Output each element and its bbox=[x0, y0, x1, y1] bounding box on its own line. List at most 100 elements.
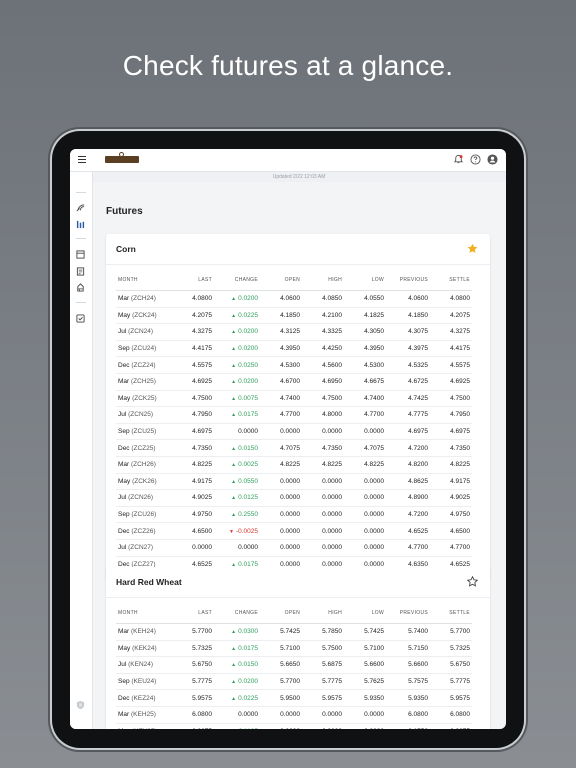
cell-previous: 4.8200 bbox=[386, 456, 430, 474]
table-row[interactable]: Jul (ZCN25) 4.7950 ▲ 0.0175 4.7700 4.8000 4.77… bbox=[116, 406, 472, 424]
sidebar-bottom-shield-icon[interactable] bbox=[76, 700, 85, 710]
column-header-settle[interactable]: SETTLE bbox=[430, 603, 472, 624]
favorite-star-outline-icon[interactable] bbox=[467, 576, 478, 587]
column-header-high[interactable]: HIGH bbox=[302, 270, 344, 291]
cell-last: 4.9025 bbox=[180, 489, 214, 507]
sidebar-divider bbox=[76, 238, 86, 239]
month-label: Dec bbox=[118, 444, 130, 452]
up-arrow-icon: ▲ bbox=[231, 379, 237, 386]
table-row[interactable]: Sep (ZCU25) 4.6975 0.0000 0.0000 0.0000 0.000… bbox=[116, 423, 472, 441]
sidebar-item-futures-icon[interactable] bbox=[76, 220, 85, 229]
cell-last: 5.7775 bbox=[180, 673, 214, 691]
sidebar-item-tasks-icon[interactable] bbox=[76, 314, 85, 323]
table-row[interactable]: Sep (ZCU26) 4.9750 ▲ 0.2550 0.0000 0.0000 0.00… bbox=[116, 506, 472, 524]
column-header-previous[interactable]: PREVIOUS bbox=[386, 603, 430, 624]
column-header-month[interactable]: MONTH bbox=[116, 603, 180, 624]
cell-settle: 4.2075 bbox=[430, 307, 472, 325]
column-header-open[interactable]: OPEN bbox=[260, 603, 302, 624]
up-arrow-icon: ▲ bbox=[231, 495, 237, 502]
table-row[interactable]: May (KEK24) 5.7325 ▲ 0.0175 5.7100 5.7500 5.71… bbox=[116, 640, 472, 658]
column-header-low[interactable]: LOW bbox=[344, 270, 386, 291]
cell-previous: 4.8625 bbox=[386, 473, 430, 491]
table-row[interactable]: May (ZCK26) 4.9175 ▲ 0.0550 0.0000 0.0000 0.00… bbox=[116, 473, 472, 491]
cell-open: 5.9500 bbox=[260, 689, 302, 707]
table-row[interactable]: Dec (ZCZ24) 4.5575 ▲ 0.0250 4.5300 4.5600 4.53… bbox=[116, 356, 472, 374]
table-row[interactable]: May (ZCK25) 4.7500 ▲ 0.0075 4.7400 4.7500 4.74… bbox=[116, 390, 472, 408]
sidebar-item-storage-icon[interactable] bbox=[76, 283, 85, 292]
table-row[interactable]: Mar (ZCH24) 4.0800 ▲ 0.0200 4.0600 4.0850 4.05… bbox=[116, 290, 472, 308]
cell-month: Jul (ZCN27) bbox=[116, 539, 180, 557]
month-label: Jul bbox=[118, 411, 127, 419]
table-row[interactable]: Jul (ZCN27) 0.0000 0.0000 0.0000 0.0000 0.000… bbox=[116, 539, 472, 557]
table-row[interactable]: May (KEK25)6.2675▲0.11250.00000.00000.00… bbox=[116, 723, 472, 729]
cell-low: 0.0000 bbox=[344, 522, 386, 540]
cell-high: 5.7500 bbox=[302, 640, 344, 658]
sidebar-item-news-icon[interactable] bbox=[76, 250, 85, 259]
cell-change: ▲ 0.0175 bbox=[214, 406, 260, 424]
cell-last: 6.0800 bbox=[180, 706, 214, 724]
column-header-month[interactable]: MONTH bbox=[116, 270, 180, 291]
cell-settle: 4.0800 bbox=[430, 290, 472, 308]
cell-settle: 6.0800 bbox=[430, 706, 472, 724]
cell-month: Mar (ZCH24) bbox=[116, 290, 180, 308]
up-arrow-icon: ▲ bbox=[231, 645, 237, 652]
cell-high: 5.9575 bbox=[302, 689, 344, 707]
cell-change: ▲ 0.0250 bbox=[214, 356, 260, 374]
cell-change: ▲ 0.0025 bbox=[214, 456, 260, 474]
cell-open: 0.0000 bbox=[260, 723, 302, 729]
change-value: 0.0200 bbox=[238, 378, 258, 386]
table-row[interactable]: Mar (ZCH25) 4.6925 ▲ 0.0200 4.6700 4.6950 4.66… bbox=[116, 373, 472, 391]
month-label: Mar bbox=[118, 378, 130, 386]
column-header-last[interactable]: LAST bbox=[180, 603, 214, 624]
column-header-change[interactable]: CHANGE bbox=[214, 270, 260, 291]
cell-month: May (KEK24) bbox=[116, 640, 180, 658]
table-row[interactable]: Dec (KEZ24) 5.9575 ▲ 0.0225 5.9500 5.9575 5.93… bbox=[116, 689, 472, 707]
month-label: May bbox=[118, 644, 131, 652]
table-header-row: MONTH LAST CHANGE OPEN HIGH LOW PREVIOUS SETTLE bbox=[116, 270, 472, 291]
table-row[interactable]: Mar (KEH24) 5.7700 ▲ 0.0300 5.7425 5.7850 5.74… bbox=[116, 623, 472, 641]
cell-change: ▲ 0.0200 bbox=[214, 340, 260, 358]
cell-change: ▲ 0.0225 bbox=[214, 307, 260, 325]
cell-change: ▲ 0.0200 bbox=[214, 323, 260, 341]
hamburger-menu-icon[interactable] bbox=[78, 156, 86, 163]
table-row[interactable]: Sep (ZCU24) 4.4175 ▲ 0.0200 4.3950 4.4250 4.39… bbox=[116, 340, 472, 358]
cell-change: ▲ 0.0200 bbox=[214, 373, 260, 391]
contract-code: (ZCN25) bbox=[128, 411, 154, 419]
sidebar-divider bbox=[76, 192, 86, 193]
column-header-high[interactable]: HIGH bbox=[302, 603, 344, 624]
table-row[interactable]: Dec (ZCZ26) 4.6500 ▼ -0.0025 0.0000 0.0000 0.0… bbox=[116, 522, 472, 540]
table-row[interactable]: Sep (KEU24) 5.7775 ▲ 0.0200 5.7700 5.7775 5.76… bbox=[116, 673, 472, 691]
sidebar-item-markets-icon[interactable] bbox=[76, 203, 85, 212]
table-row[interactable]: Dec (ZCZ25) 4.7350 ▲ 0.0150 4.7075 4.7350 4.70… bbox=[116, 439, 472, 457]
table-row[interactable]: Jul (ZCN26) 4.9025 ▲ 0.0125 0.0000 0.0000 0.00… bbox=[116, 489, 472, 507]
cell-month: May (ZCK26) bbox=[116, 473, 180, 491]
up-arrow-icon: ▲ bbox=[231, 362, 237, 369]
column-header-last[interactable]: LAST bbox=[180, 270, 214, 291]
column-header-change[interactable]: CHANGE bbox=[214, 603, 260, 624]
table-row[interactable]: Jul (KEN24) 5.6750 ▲ 0.0150 5.6650 5.6875 5.66… bbox=[116, 656, 472, 674]
table-row[interactable]: Jul (ZCN24) 4.3275 ▲ 0.0200 4.3125 4.3325 4.30… bbox=[116, 323, 472, 341]
cell-last: 4.2075 bbox=[180, 307, 214, 325]
futures-card-corn: Corn MONTH LAST CHANGE OPEN HIGH LOW PREVIOUS S… bbox=[106, 234, 490, 580]
cell-previous: 4.7425 bbox=[386, 390, 430, 408]
notification-bell-icon[interactable] bbox=[453, 154, 464, 165]
table-row[interactable]: Mar (KEH25) 6.0800 0.0000 0.0000 0.0000 0.000… bbox=[116, 706, 472, 724]
help-icon[interactable] bbox=[470, 154, 481, 165]
column-header-open[interactable]: OPEN bbox=[260, 270, 302, 291]
cell-change: ▲ 0.0225 bbox=[214, 689, 260, 707]
cell-open: 0.0000 bbox=[260, 539, 302, 557]
sidebar-item-documents-icon[interactable] bbox=[76, 267, 85, 276]
column-header-previous[interactable]: PREVIOUS bbox=[386, 270, 430, 291]
table-row[interactable]: Mar (ZCH26) 4.8225 ▲ 0.0025 4.8225 4.8225 4.82… bbox=[116, 456, 472, 474]
cell-previous: 4.7775 bbox=[386, 406, 430, 424]
column-header-low[interactable]: LOW bbox=[344, 603, 386, 624]
column-header-settle[interactable]: SETTLE bbox=[430, 270, 472, 291]
cell-last: 4.9750 bbox=[180, 506, 214, 524]
brand-logo[interactable] bbox=[105, 152, 139, 163]
month-label: Dec bbox=[118, 694, 130, 702]
table-body: Mar (KEH24) 5.7700 ▲ 0.0300 5.7425 5.7850 5.74… bbox=[116, 623, 472, 729]
table-row[interactable]: May (ZCK24) 4.2075 ▲ 0.0225 4.1850 4.2100 4.18… bbox=[116, 307, 472, 325]
change-value: 0.2550 bbox=[238, 511, 258, 519]
favorite-star-filled-icon[interactable] bbox=[467, 243, 478, 254]
account-avatar-icon[interactable] bbox=[487, 154, 498, 165]
